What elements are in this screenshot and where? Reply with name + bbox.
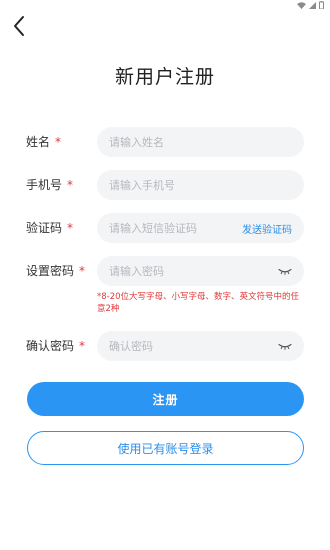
confirm-label-text: 确认密码 — [26, 339, 75, 353]
password-label-text: 设置密码 — [26, 264, 75, 278]
login-existing-button[interactable]: 使用已有账号登录 — [27, 431, 304, 465]
password-input[interactable] — [109, 264, 274, 278]
phone-label: 手机号 * — [26, 170, 73, 200]
register-button-label: 注册 — [152, 392, 179, 407]
name-field — [97, 127, 304, 157]
password-label: 设置密码 * — [26, 256, 85, 286]
battery-icon — [319, 1, 324, 9]
phone-field — [97, 170, 304, 200]
code-label: 验证码 * — [26, 213, 73, 243]
phone-row: 手机号 * — [0, 170, 330, 200]
back-button[interactable] — [6, 14, 32, 42]
signal-icon — [309, 1, 316, 9]
phone-label-text: 手机号 — [26, 178, 63, 192]
confirm-label: 确认密码 * — [26, 331, 85, 361]
code-label-text: 验证码 — [26, 221, 63, 235]
page-title: 新用户注册 — [114, 66, 215, 88]
phone-input[interactable] — [109, 178, 292, 192]
wifi-icon — [297, 1, 306, 9]
chevron-left-icon — [12, 15, 26, 41]
confirm-row: 确认密码 * — [0, 331, 330, 361]
eye-closed-icon[interactable] — [278, 268, 292, 275]
confirm-field — [97, 331, 304, 361]
login-existing-button-label: 使用已有账号登录 — [117, 441, 214, 456]
name-row: 姓名 * — [0, 127, 330, 157]
confirm-password-input[interactable] — [109, 339, 274, 353]
name-label-text: 姓名 — [26, 135, 51, 149]
send-code-button[interactable]: 发送验证码 — [242, 221, 292, 236]
password-field — [97, 256, 304, 286]
required-mark: * — [67, 221, 74, 235]
status-bar — [0, 0, 330, 12]
password-row: 设置密码 * — [0, 256, 330, 286]
code-field: 发送验证码 — [97, 213, 304, 243]
name-input[interactable] — [109, 135, 292, 149]
status-icons — [297, 1, 324, 9]
register-button[interactable]: 注册 — [27, 382, 304, 416]
name-label: 姓名 * — [26, 127, 61, 157]
required-mark: * — [79, 339, 86, 353]
eye-closed-icon[interactable] — [278, 343, 292, 350]
code-row: 验证码 * 发送验证码 — [0, 213, 330, 243]
required-mark: * — [55, 135, 62, 149]
required-mark: * — [79, 264, 86, 278]
required-mark: * — [67, 178, 74, 192]
code-input[interactable] — [109, 221, 238, 235]
password-hint: *8-20位大写字母、小写字母、数字、英文符号中的任意2种 — [97, 292, 300, 314]
